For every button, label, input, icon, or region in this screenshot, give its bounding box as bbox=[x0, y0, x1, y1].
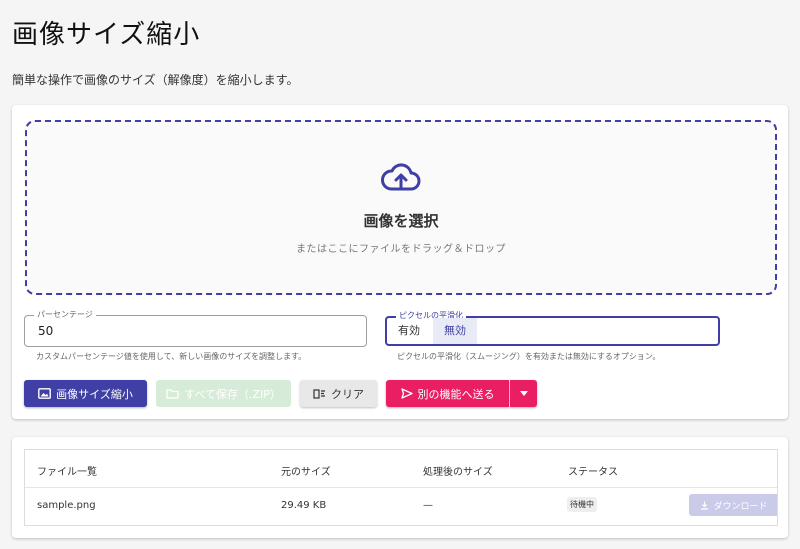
percentage-input[interactable] bbox=[36, 323, 340, 339]
download-icon bbox=[700, 501, 709, 510]
image-dropzone[interactable]: 画像を選択 またはここにファイルをドラッグ＆ドロップ bbox=[25, 120, 777, 295]
clear-button[interactable]: クリア bbox=[300, 380, 377, 407]
caret-down-icon bbox=[519, 391, 528, 396]
smoothing-on-toggle[interactable]: 有効 bbox=[387, 318, 431, 344]
header-file-list: ファイル一覧 bbox=[37, 467, 97, 478]
page-title: 画像サイズ縮小 bbox=[12, 20, 201, 50]
save-all-label: すべて保存（.ZIP） bbox=[184, 387, 281, 401]
clear-label: クリア bbox=[331, 387, 364, 401]
percentage-label: パーセンテージ bbox=[34, 309, 96, 321]
table-header bbox=[25, 450, 777, 488]
row-original-size: 29.49 KB bbox=[281, 500, 327, 511]
clear-icon bbox=[313, 388, 326, 399]
send-icon bbox=[400, 388, 413, 399]
send-to-feature-button[interactable]: 別の機能へ送る bbox=[386, 380, 509, 407]
percentage-helper: カスタムパーセンテージ値を使用して、新しい画像のサイズを調整します。 bbox=[36, 352, 307, 361]
send-dropdown-button[interactable] bbox=[510, 380, 537, 407]
row-file-name: sample.png bbox=[37, 500, 96, 511]
download-button[interactable]: ダウンロード bbox=[689, 494, 777, 516]
smoothing-off-toggle[interactable]: 無効 bbox=[433, 318, 477, 344]
percentage-field: パーセンテージ bbox=[24, 309, 367, 347]
resize-button[interactable]: 画像サイズ縮小 bbox=[24, 380, 147, 407]
resize-button-label: 画像サイズ縮小 bbox=[56, 387, 133, 401]
smoothing-toggle-group: ピクセルの平滑化 有効 無効 bbox=[385, 310, 720, 346]
header-original-size: 元のサイズ bbox=[281, 467, 331, 478]
smoothing-helper: ピクセルの平滑化（スムージング）を有効または無効にするオプション。 bbox=[397, 352, 661, 361]
status-badge: 待機中 bbox=[567, 497, 597, 512]
page-description: 簡単な操作で画像のサイズ（解像度）を縮小します。 bbox=[12, 73, 299, 87]
cloud-upload-icon bbox=[381, 163, 421, 191]
download-label: ダウンロード bbox=[713, 501, 768, 512]
file-list-card: ファイル一覧 元のサイズ 処理後のサイズ ステータス sample.png 29… bbox=[12, 437, 788, 538]
dropzone-subtitle: またはここにファイルをドラッグ＆ドロップ bbox=[296, 244, 506, 255]
dropzone-title: 画像を選択 bbox=[363, 212, 439, 230]
image-icon bbox=[38, 388, 52, 399]
upload-card: 画像を選択 またはここにファイルをドラッグ＆ドロップ パーセンテージ カスタムパ… bbox=[12, 105, 788, 419]
header-processed-size: 処理後のサイズ bbox=[423, 467, 493, 478]
header-status: ステータス bbox=[568, 467, 618, 478]
row-processed-size: — bbox=[423, 500, 433, 511]
file-table: ファイル一覧 元のサイズ 処理後のサイズ ステータス sample.png 29… bbox=[24, 449, 778, 526]
save-all-zip-button[interactable]: すべて保存（.ZIP） bbox=[156, 380, 291, 407]
send-label: 別の機能へ送る bbox=[417, 387, 495, 401]
folder-icon bbox=[166, 388, 179, 399]
